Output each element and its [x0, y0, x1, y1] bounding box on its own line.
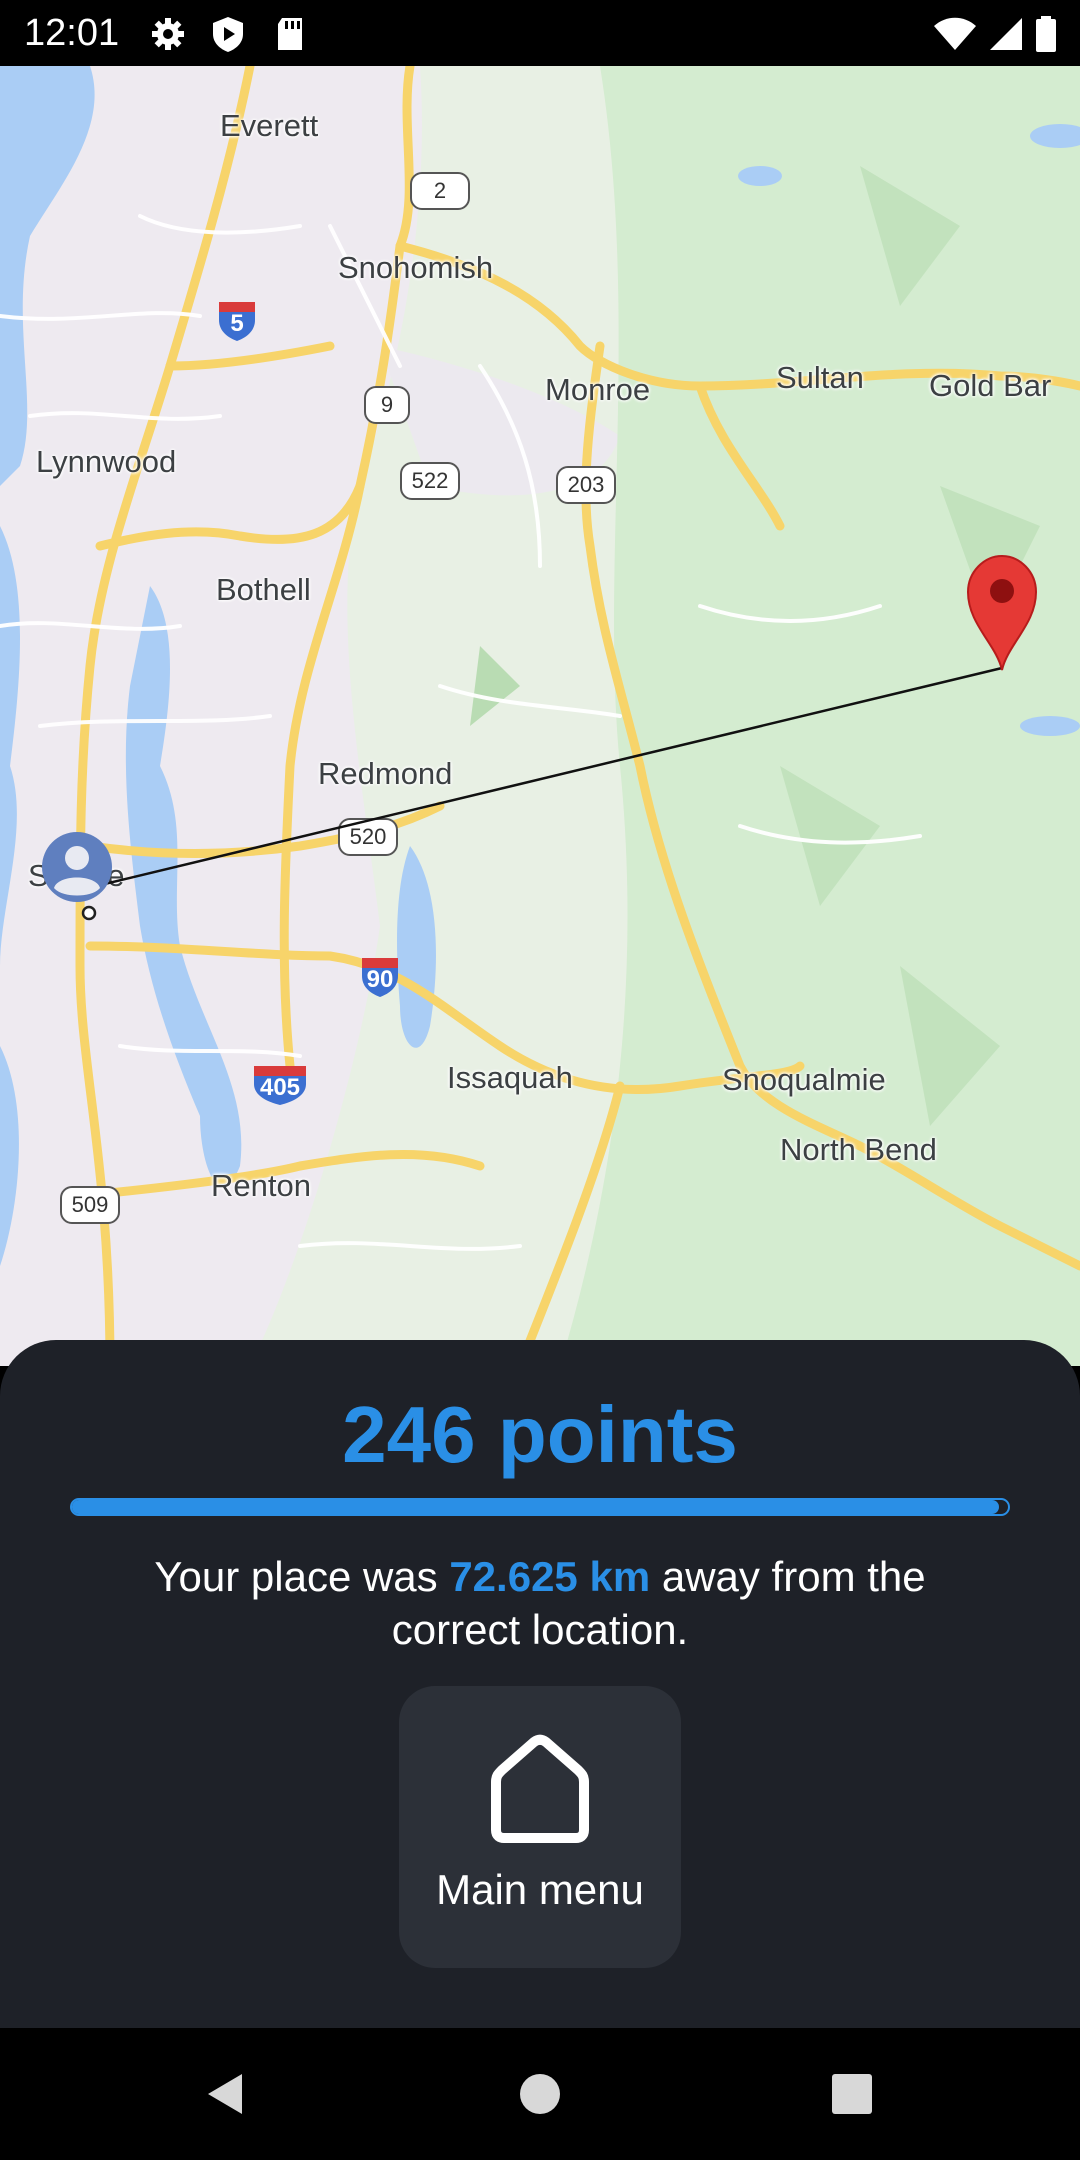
signal-icon [990, 18, 1022, 50]
recents-icon[interactable] [822, 2064, 882, 2124]
back-icon[interactable] [196, 2064, 256, 2124]
main-menu-label: Main menu [436, 1866, 644, 1913]
status-bar: 12:01 [0, 0, 1080, 66]
status-time: 12:01 [24, 12, 120, 54]
map-view[interactable]: Everett Snohomish Monroe Sultan Gold Bar… [0, 66, 1080, 1366]
guess-point-dot [81, 905, 97, 921]
result-message: Your place was 72.625 km away from the c… [90, 1550, 990, 1656]
home-icon [491, 1734, 589, 1843]
result-sheet: 246 points Your place was 72.625 km away… [0, 1340, 1080, 2028]
battery-icon [1036, 16, 1056, 52]
main-menu-button[interactable]: Main menu [399, 1686, 681, 1968]
settings-icon [152, 18, 184, 50]
points-score: 246 points [342, 1390, 738, 1479]
result-message-prefix: Your place was [154, 1553, 450, 1600]
correct-location-pin[interactable] [966, 554, 1038, 672]
navigation-bar [0, 2028, 1080, 2160]
score-progress-fill [72, 1500, 999, 1514]
sd-card-icon [278, 18, 302, 50]
home-icon[interactable] [510, 2064, 570, 2124]
score-progress-bar [70, 1498, 1010, 1516]
wifi-icon [934, 17, 976, 50]
distance-value: 72.625 km [449, 1553, 651, 1600]
distance-line [87, 666, 1003, 890]
guess-avatar-marker[interactable] [40, 830, 114, 904]
shield-icon [213, 17, 243, 52]
